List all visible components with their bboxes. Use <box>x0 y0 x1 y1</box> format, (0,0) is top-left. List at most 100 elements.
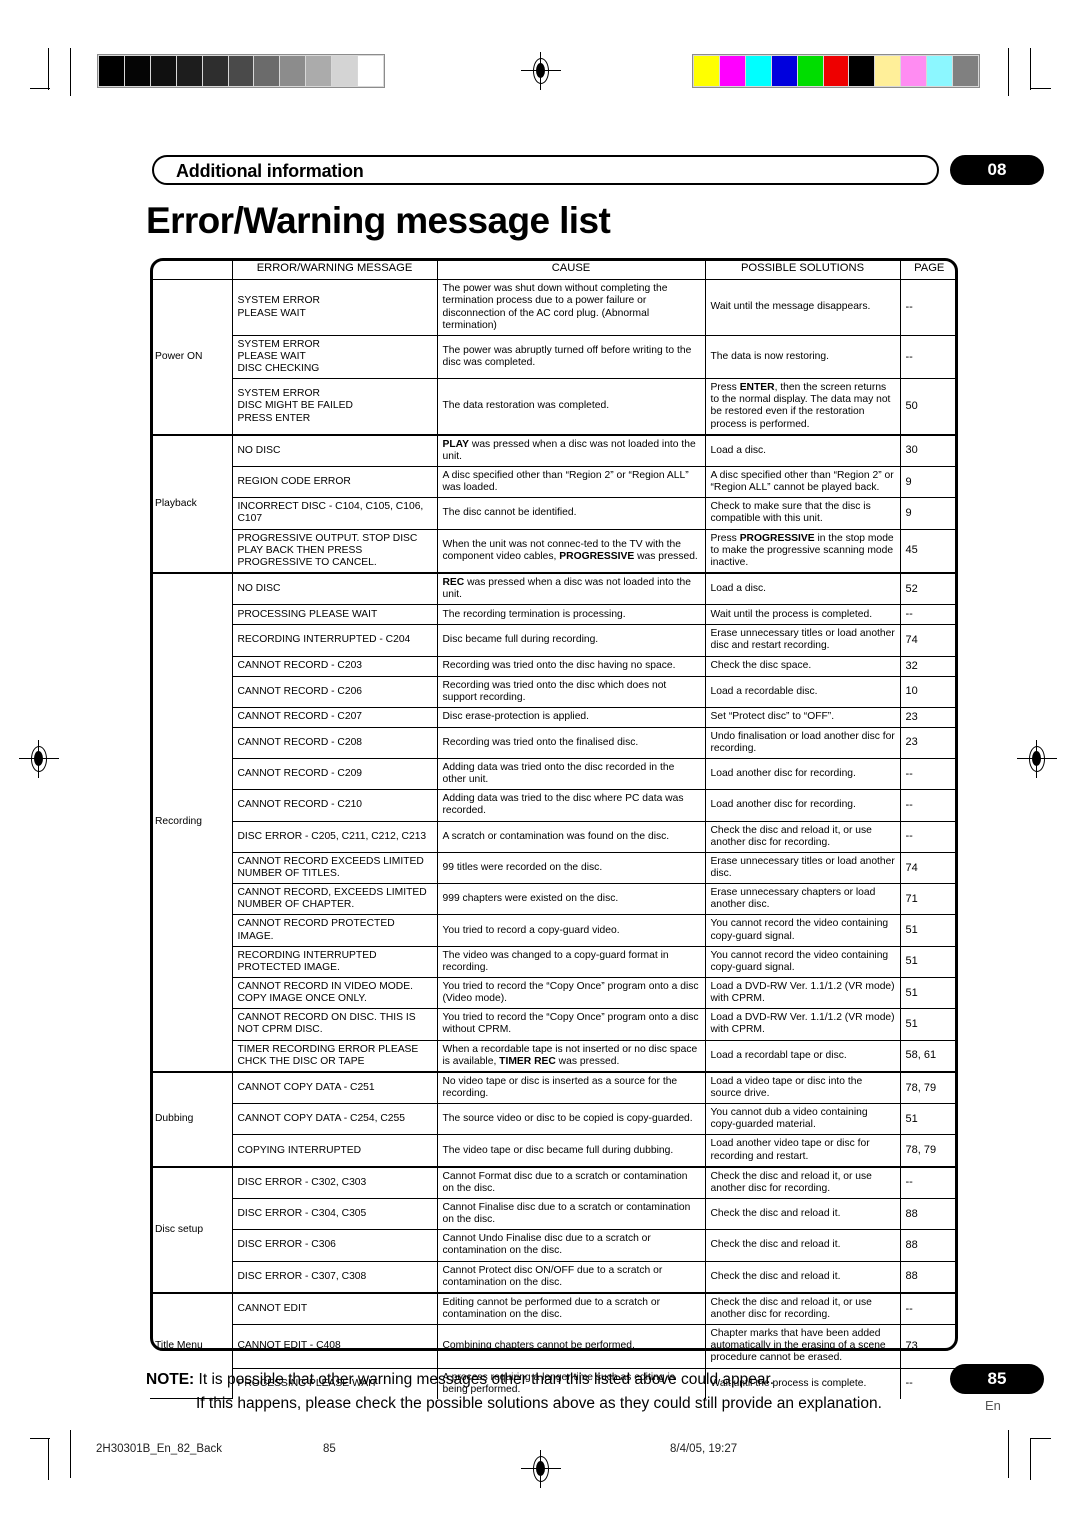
table-row: Playback NO DISC PLAY was pressed when a d… <box>150 433 958 574</box>
cell-cause: Recording was tried onto the finalised d… <box>436 726 706 760</box>
cell-page-reference: 45 <box>899 528 958 574</box>
table-row: CANNOT RECORD - C208 Recording was tried … <box>150 726 958 760</box>
crop-mark-bottom-left-horizontal <box>30 1438 50 1439</box>
cell-possible-solution: Chapter marks that have been added autom… <box>704 1324 901 1369</box>
cell-cause: 99 titles were recorded on the disc. <box>436 851 706 885</box>
cell-cause: PLAY was pressed when a disc was not loa… <box>436 433 706 468</box>
table-row: RECORDING INTERRUPTED PROTECTED IMAGE. Th… <box>150 945 958 979</box>
note-label: NOTE: <box>146 1371 195 1388</box>
cell-page-reference: 78, 79 <box>899 1134 958 1168</box>
cell-error-message: CANNOT RECORD - C206 <box>232 675 438 708</box>
cell-possible-solution: Load a DVD-RW Ver. 1.1/1.2 (VR mode) wit… <box>704 1008 901 1041</box>
table-header-row: ERROR/WARNING MESSAGE CAUSE POSSIBLE SOL… <box>150 258 958 281</box>
cell-cause: Combining chapters cannot be performed. <box>436 1324 706 1369</box>
cell-error-message: DISC ERROR - C302, C303 <box>231 1165 438 1199</box>
cell-error-message: CANNOT RECORD - C210 <box>232 789 438 822</box>
cell-error-message: CANNOT RECORD, EXCEEDS LIMITED NUMBER OF… <box>232 883 438 916</box>
cell-possible-solution: Check to make sure that the disc is comp… <box>704 497 901 530</box>
table-row: CANNOT RECORD - C206 Recording was tried … <box>150 675 958 708</box>
cell-error-message: CANNOT COPY DATA - C251 <box>231 1070 438 1105</box>
cell-cause: You tried to record a copy-guard video. <box>436 914 706 947</box>
section-header-label: Additional information <box>176 161 364 181</box>
cell-cause: Cannot Undo Finalise disc due to a scrat… <box>436 1229 706 1262</box>
cell-page-reference: 74 <box>899 851 958 885</box>
cell-error-message: DISC ERROR - C205, C211, C212, C213 <box>232 820 438 853</box>
cell-cause: The video was changed to a copy-guard fo… <box>436 945 706 979</box>
cell-page-reference: 71 <box>899 883 958 916</box>
cell-cause: Disc became full during recording. <box>436 624 706 657</box>
cell-page-reference: 58, 61 <box>899 1039 958 1073</box>
cell-cause: When the unit was not connec-ted to the … <box>436 528 706 574</box>
cell-possible-solution: You cannot record the video containing c… <box>704 914 901 947</box>
cell-cause: Cannot Format disc due to a scratch or c… <box>436 1165 706 1199</box>
table-row: TIMER RECORDING ERROR PLEASE CHCK THE DI… <box>150 1039 958 1073</box>
cell-possible-solution: Load another video tape or disc for reco… <box>704 1134 901 1168</box>
cell-error-message: CANNOT RECORD - C208 <box>232 726 438 760</box>
table-row: CANNOT RECORD, EXCEEDS LIMITED NUMBER OF… <box>150 883 958 916</box>
cell-cause: You tried to record the “Copy Once” prog… <box>436 1008 706 1041</box>
cell-page-reference: -- <box>899 758 958 791</box>
cell-possible-solution: Erase unnecessary chapters or load anoth… <box>704 883 901 916</box>
cell-page-reference: -- <box>899 334 958 380</box>
cell-possible-solution: The data is now restoring. <box>704 334 901 380</box>
cell-cause: The source video or disc to be copied is… <box>436 1103 706 1136</box>
table-body: Power ON SYSTEM ERROR PLEASE WAIT The power… <box>150 279 958 1400</box>
table-row: Disc setup DISC ERROR - C302, C303 Cannot … <box>150 1165 958 1294</box>
cell-page-reference: 78, 79 <box>899 1070 958 1105</box>
table-row: PROGRESSIVE OUTPUT. STOP DISC PLAY BACK … <box>150 528 958 574</box>
cell-error-message: CANNOT RECORD - C203 <box>232 655 438 677</box>
cell-error-message: CANNOT RECORD - C209 <box>232 758 438 791</box>
cell-cause: Recording was tried onto the disc which … <box>436 675 706 708</box>
cell-error-message: NO DISC <box>231 572 438 606</box>
cell-possible-solution: Load another disc for recording. <box>704 789 901 822</box>
crop-mark-bottom-right-outer <box>1030 1438 1031 1480</box>
cell-page-reference: 88 <box>899 1197 958 1231</box>
table-row: CANNOT EDIT - C408 Combining chapters can… <box>150 1324 958 1369</box>
table-row: Power ON SYSTEM ERROR PLEASE WAIT The power… <box>150 279 958 436</box>
cell-possible-solution: Wait until the message disappears. <box>704 279 901 336</box>
col-header-page: PAGE <box>899 258 958 281</box>
note-text-2: If this happens, please check the possib… <box>196 1395 882 1413</box>
cell-possible-solution: Press PROGRESSIVE in the stop mode to ma… <box>704 528 901 574</box>
cell-page-reference: 9 <box>899 466 958 499</box>
cell-cause: When a recordable tape is not inserted o… <box>436 1039 706 1073</box>
crop-mark-bottom-left-outer <box>48 1438 49 1480</box>
col-header-group <box>150 258 233 281</box>
col-header-solutions: POSSIBLE SOLUTIONS <box>704 258 901 281</box>
cell-page-reference: -- <box>899 1291 958 1326</box>
cell-page-reference: 23 <box>899 726 958 760</box>
cell-page-reference: 51 <box>899 1103 958 1136</box>
cell-cause: The power was shut down without completi… <box>436 279 706 336</box>
footer-page-badge: 85 <box>950 1364 1044 1394</box>
cell-possible-solution: Check the disc and reload it, or use ano… <box>704 820 901 853</box>
cell-possible-solution: Load a recordabl tape or disc. <box>704 1039 901 1073</box>
cell-possible-solution: A disc specified other than “Region 2” o… <box>704 466 901 499</box>
note-line-1: NOTE: It is possible that other warning … <box>146 1368 936 1392</box>
table-row: SYSTEM ERROR DISC MIGHT BE FAILED PRESS EN… <box>150 378 958 436</box>
cell-page-reference: 88 <box>899 1229 958 1262</box>
table-row: CANNOT RECORD EXCEEDS LIMITED NUMBER OF … <box>150 851 958 885</box>
cell-possible-solution: Wait until the process is completed. <box>704 604 901 626</box>
chapter-number-badge: 08 <box>950 155 1044 185</box>
cell-possible-solution: Erase unnecessary titles or load another… <box>704 851 901 885</box>
cell-cause: Adding data was tried to the disc where … <box>436 789 706 822</box>
table-row: DISC ERROR - C306 Cannot Undo Finalise di… <box>150 1229 958 1262</box>
cell-error-message: SYSTEM ERROR DISC MIGHT BE FAILED PRESS EN… <box>232 378 438 436</box>
cell-cause: REC was pressed when a disc was not load… <box>436 572 706 606</box>
table-row: CANNOT RECORD - C207 Disc erase-protectio… <box>150 706 958 728</box>
cell-page-reference: 52 <box>899 572 958 606</box>
cell-error-message: CANNOT RECORD PROTECTED IMAGE. <box>232 914 438 947</box>
cell-error-message: PROCESSING PLEASE WAIT <box>232 604 438 626</box>
row-group-label: Power ON <box>150 279 233 436</box>
footer-language-label: En <box>985 1398 1001 1413</box>
row-group-label: Recording <box>150 572 233 1073</box>
cell-cause: The recording termination is processing. <box>436 604 706 626</box>
cell-possible-solution: Check the disc and reload it. <box>704 1197 901 1231</box>
cell-page-reference: 51 <box>899 1008 958 1041</box>
table-row: REGION CODE ERROR A disc specified other … <box>150 466 958 499</box>
cell-error-message: CANNOT RECORD EXCEEDS LIMITED NUMBER OF … <box>232 851 438 885</box>
note-block: NOTE: It is possible that other warning … <box>146 1368 936 1416</box>
row-group-label: Disc setup <box>150 1165 233 1294</box>
cell-error-message: TIMER RECORDING ERROR PLEASE CHCK THE DI… <box>232 1039 438 1073</box>
cell-cause: A disc specified other than “Region 2” o… <box>436 466 706 499</box>
